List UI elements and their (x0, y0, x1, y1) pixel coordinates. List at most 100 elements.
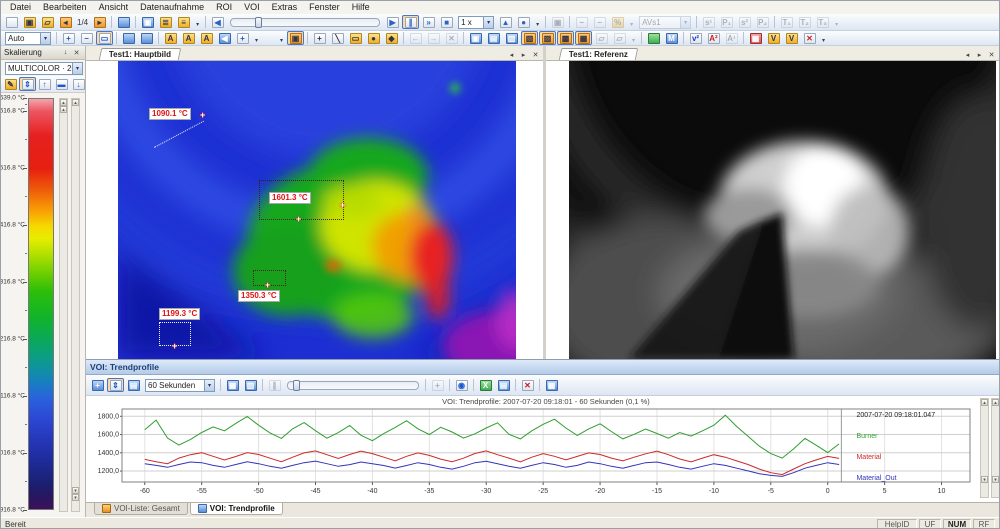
roi-link-button[interactable]: ▦ (575, 31, 592, 45)
close-window-icon[interactable]: ✕ (986, 49, 997, 60)
more-play-tools-button[interactable]: ▾ (533, 15, 542, 29)
next-image-button[interactable]: ▸ (91, 15, 108, 29)
chart-scrollbar[interactable]: ▴ ▾ (980, 398, 989, 498)
scroll-up-icon[interactable]: ▴ (992, 399, 999, 406)
zoom-in-button[interactable]: + (60, 31, 77, 45)
more-sequence-tools-button[interactable]: ▾ (627, 15, 636, 29)
prev-window-icon[interactable]: ◂ (962, 49, 973, 60)
flip-vertical-button[interactable]: ◀ (216, 31, 233, 45)
trend-chart[interactable]: 1200,01400,01600,01800,0-60-55-50-45-40-… (88, 396, 978, 501)
chart-scrollbar-2[interactable]: ▴ ▾ (991, 398, 1000, 498)
open-image-button[interactable]: ▣ (21, 15, 38, 29)
thermal-image[interactable]: + 1090.1 °C + + 1601.3 °C (118, 61, 516, 359)
delete-trend-button[interactable]: ✕ (519, 378, 536, 392)
menu-bearbeiten[interactable]: Bearbeiten (38, 1, 92, 14)
edit-palette-button[interactable]: ✎ (2, 77, 19, 91)
save-button[interactable] (115, 15, 132, 29)
position-slider-thumb[interactable] (255, 17, 262, 28)
menu-datei[interactable]: Datei (5, 1, 36, 14)
prev-sequence-button[interactable]: − (573, 15, 590, 29)
roi-delete-button[interactable]: ✕ (443, 31, 460, 45)
add-diagram-button[interactable]: ▦ (224, 378, 241, 392)
scale-scrollbar-lower[interactable]: ▴ ▾ ▾ (71, 98, 80, 512)
scroll-up2-icon[interactable]: ▴ (60, 106, 67, 113)
tab-referenz[interactable]: Test1: Referenz (559, 48, 639, 60)
palette-combo[interactable]: MULTICOLOR · 256 ▾ (5, 62, 83, 75)
voi-tool-2-button[interactable]: ▱ (611, 31, 628, 45)
trigger-p2-button[interactable]: P₂ (754, 15, 771, 29)
roi-import-button[interactable]: ▥ (503, 31, 520, 45)
fast-forward-button[interactable]: » (420, 15, 437, 29)
speed-combo[interactable]: 1 x▾ (458, 16, 494, 29)
menu-datenaufnahme[interactable]: Datenaufnahme (135, 1, 209, 14)
next-window-icon[interactable]: ▸ (518, 49, 529, 60)
more-view-tools-button[interactable]: ▾ (252, 31, 261, 45)
step-up-button[interactable]: ▲ (497, 15, 514, 29)
audio-button[interactable]: ◀ (209, 15, 226, 29)
avs-combo[interactable]: AVs1▾ (639, 16, 691, 29)
compare-images-button[interactable]: ▦ (747, 31, 764, 45)
scroll-down-icon[interactable]: ▾ (992, 476, 999, 483)
auto-range-button[interactable]: ⇕ (19, 77, 36, 91)
scroll-up-icon[interactable]: ▴ (60, 99, 67, 106)
line-tool-button[interactable]: ╲ (329, 31, 346, 45)
roi-copy-button[interactable]: ▣ (467, 31, 484, 45)
scroll-up3-icon[interactable]: ▴ (72, 99, 79, 106)
menu-voi[interactable]: VOI (239, 1, 265, 14)
temperature-gradient-bar[interactable] (28, 98, 54, 510)
zoom-out-button[interactable]: − (78, 31, 95, 45)
image-adjust-button[interactable] (138, 31, 155, 45)
voi-alarm-button[interactable]: A² (705, 31, 722, 45)
menu-fenster[interactable]: Fenster (304, 1, 345, 14)
image-original-button[interactable] (120, 31, 137, 45)
chart-settings-button[interactable]: ▤ (125, 378, 142, 392)
voi-values-button[interactable]: v² (687, 31, 704, 45)
roi-export-button[interactable]: ▤ (485, 31, 502, 45)
roi-zoom-button[interactable]: ▧ (521, 31, 538, 45)
roi-undo-button[interactable]: ← (407, 31, 424, 45)
roi-anchor-button[interactable]: ▣ (287, 31, 304, 45)
close-window-icon[interactable]: ✕ (530, 49, 541, 60)
menu-roi[interactable]: ROI (211, 1, 237, 14)
pan-chart-button[interactable]: + (89, 378, 106, 392)
copy-image-button[interactable]: ▣ (139, 15, 156, 29)
voi-table-1-button[interactable]: V (765, 31, 782, 45)
next-window-icon[interactable]: ▸ (974, 49, 985, 60)
position-slider[interactable] (230, 18, 380, 27)
scroll-down2-icon[interactable]: ▾ (72, 494, 79, 501)
export-diagram-button[interactable]: ▤ (495, 378, 512, 392)
roi-shrink-button[interactable]: ▩ (557, 31, 574, 45)
new-document-button[interactable] (3, 15, 20, 29)
sequence-ratio-button[interactable]: % (609, 15, 626, 29)
pan-tool-button[interactable]: + (234, 31, 251, 45)
menu-hilfe[interactable]: Hilfe (347, 1, 375, 14)
voi-clear-button[interactable]: ✕ (801, 31, 818, 45)
more-file-tools-button[interactable]: ▾ (193, 15, 202, 29)
fit-window-button[interactable]: ▭ (96, 31, 113, 45)
next-sequence-button[interactable]: − (591, 15, 608, 29)
pin-icon[interactable]: ↓ (60, 47, 71, 58)
rotate-right-button[interactable]: A (180, 31, 197, 45)
tab-hauptbild[interactable]: Test1: Hauptbild (99, 48, 182, 60)
record-pause-button[interactable]: ∥ (266, 378, 283, 392)
cursor-mode-button[interactable]: + (429, 378, 446, 392)
roi-grow-button[interactable]: ▨ (539, 31, 556, 45)
export-data-button[interactable]: ≡ (175, 15, 192, 29)
rectangle-tool-button[interactable]: ▭ (347, 31, 364, 45)
trigger-t3-button[interactable]: T₃ (814, 15, 831, 29)
voi-tool-1-button[interactable]: ▱ (593, 31, 610, 45)
ellipse-tool-button[interactable]: ● (365, 31, 382, 45)
close-icon[interactable]: ✕ (71, 47, 82, 58)
history-slider[interactable] (287, 381, 419, 390)
voi-table-2-button[interactable]: V (783, 31, 800, 45)
flip-horizontal-button[interactable]: A (198, 31, 215, 45)
trigger-p1-button[interactable]: P₁ (718, 15, 735, 29)
fit-vertical-button[interactable]: ⇕ (107, 378, 124, 392)
tab-voi-liste[interactable]: VOI-Liste: Gesamt (94, 503, 188, 515)
scroll-down-icon[interactable]: ▾ (981, 476, 988, 483)
show-values-button[interactable]: ◉ (453, 378, 470, 392)
menu-ansicht[interactable]: Ansicht (94, 1, 134, 14)
menu-extras[interactable]: Extras (267, 1, 303, 14)
trigger-t2-button[interactable]: T₂ (796, 15, 813, 29)
export-report-button[interactable]: ≣ (157, 15, 174, 29)
